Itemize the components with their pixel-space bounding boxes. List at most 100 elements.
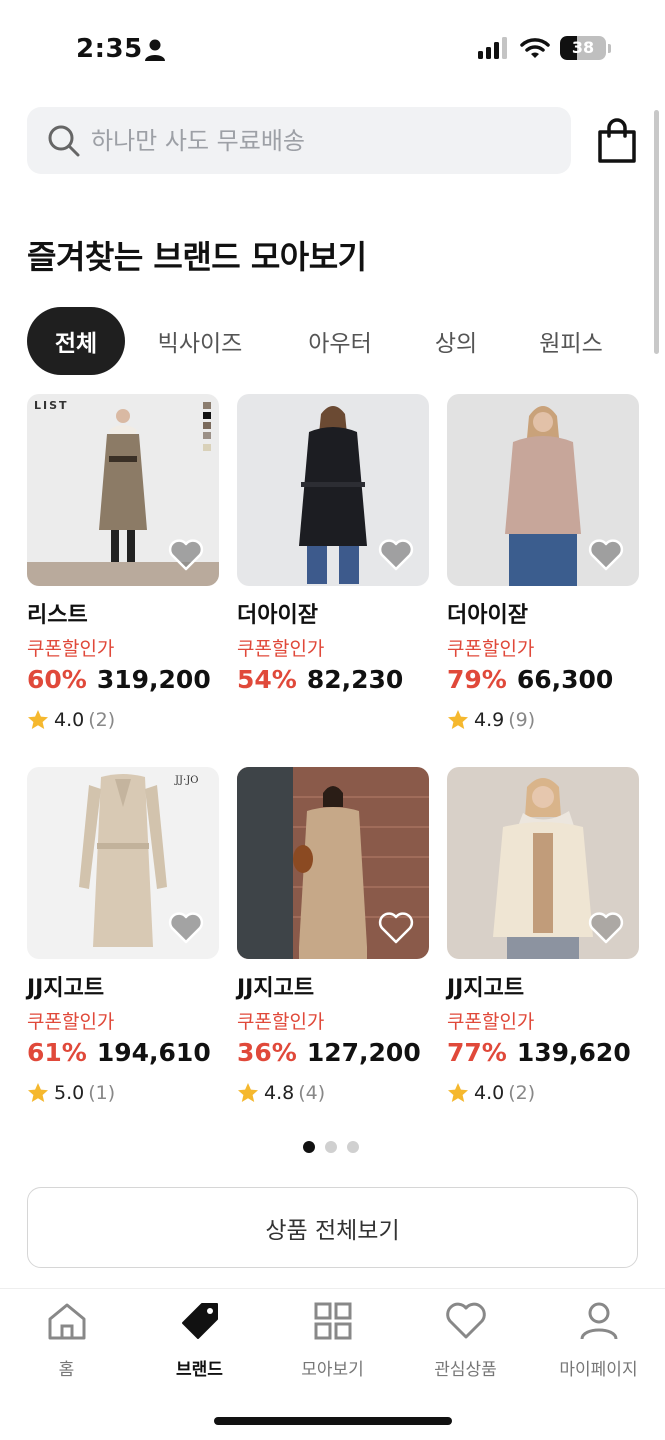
nav-label: 모아보기 — [301, 1360, 364, 1380]
nav-wishlist[interactable]: 관심상품 — [399, 1299, 532, 1380]
product-brand: 리스트 — [27, 603, 88, 628]
price-row: 61% 194,610 — [27, 1038, 211, 1067]
price-row: 54% 82,230 — [237, 665, 403, 694]
product-brand: JJ지고트 — [447, 976, 525, 1001]
product-price: 139,620 — [516, 1038, 631, 1067]
star-icon — [448, 1083, 468, 1102]
product-card[interactable]: JJ지고트 쿠폰할인가 77% 139,620 4.0 (2) — [447, 767, 639, 1104]
search-icon — [48, 125, 80, 156]
pagination-dot-3[interactable] — [347, 1141, 359, 1153]
discount-rate: 79% — [447, 665, 507, 694]
brand-logo-list: LIST — [34, 399, 69, 412]
star-icon — [238, 1083, 258, 1102]
product-image[interactable] — [237, 767, 429, 959]
coupon-label: 쿠폰할인가 — [237, 1011, 325, 1033]
nav-label: 관심상품 — [434, 1360, 497, 1380]
home-indicator[interactable] — [214, 1417, 452, 1425]
brand-page: 2:35 38 하나만 사도 무료배송 즐겨찾는 브랜드 모아보기 전체 빅사이… — [0, 0, 665, 1440]
nav-home[interactable]: 홈 — [0, 1299, 133, 1380]
cellular-signal-icon — [478, 37, 507, 59]
product-card[interactable]: JJ·JO JJ지고트 쿠폰할인가 61% 194,610 5.0 (1) — [27, 767, 219, 1104]
section-title: 즐겨찾는 브랜드 모아보기 — [27, 238, 367, 276]
category-tabs: 전체 빅사이즈 아우터 상의 원피스 — [27, 307, 635, 375]
heart-icon[interactable] — [167, 909, 205, 945]
shopping-bag-icon[interactable] — [596, 118, 638, 164]
product-image[interactable]: JJ·JO — [27, 767, 219, 959]
rating-value: 4.0 — [474, 1082, 505, 1104]
price-row: 60% 319,200 — [27, 665, 211, 694]
battery-level: 38 — [571, 38, 595, 57]
rating: 5.0 (1) — [27, 1082, 115, 1104]
product-image[interactable] — [447, 394, 639, 586]
coupon-label: 쿠폰할인가 — [447, 638, 535, 660]
star-icon — [28, 710, 48, 729]
status-time: 2:35 — [76, 34, 143, 64]
heart-icon[interactable] — [167, 536, 205, 572]
tab-big-size[interactable]: 빅사이즈 — [125, 307, 275, 375]
scroll-indicator[interactable] — [654, 110, 659, 354]
review-count: (2) — [88, 709, 116, 731]
search-bar[interactable] — [27, 107, 571, 174]
rating: 4.9 (9) — [447, 709, 535, 731]
price-row: 36% 127,200 — [237, 1038, 421, 1067]
brand-logo-jj: JJ·JO — [174, 775, 198, 786]
review-count: (1) — [88, 1082, 116, 1104]
heart-icon[interactable] — [587, 909, 625, 945]
product-card[interactable]: 더아이잗 쿠폰할인가 79% 66,300 4.9 (9) — [447, 394, 639, 731]
status-bar: 2:35 38 — [0, 0, 665, 100]
nav-label: 홈 — [58, 1360, 75, 1380]
coupon-label: 쿠폰할인가 — [237, 638, 325, 660]
review-count: (2) — [508, 1082, 536, 1104]
tab-all[interactable]: 전체 — [27, 307, 125, 375]
tab-dress[interactable]: 원피스 — [507, 307, 635, 375]
product-card[interactable]: LIST 리스트 쿠폰할인가 60% 319,200 4.0 (2) — [27, 394, 219, 731]
heart-icon[interactable] — [377, 909, 415, 945]
star-icon — [448, 710, 468, 729]
review-count: (4) — [298, 1082, 326, 1104]
coupon-label: 쿠폰할인가 — [27, 1011, 115, 1033]
search-input[interactable] — [91, 126, 531, 155]
rating-value: 4.9 — [474, 709, 505, 731]
product-price: 82,230 — [306, 665, 404, 694]
price-row: 77% 139,620 — [447, 1038, 631, 1067]
nav-mypage[interactable]: 마이페이지 — [532, 1299, 665, 1380]
battery-icon: 38 — [560, 36, 606, 60]
grid-icon — [314, 1302, 351, 1340]
product-brand: 더아이잗 — [447, 603, 528, 628]
tab-outer[interactable]: 아우터 — [275, 307, 405, 375]
star-icon — [28, 1083, 48, 1102]
rating-value: 4.8 — [264, 1082, 295, 1104]
nav-collection[interactable]: 모아보기 — [266, 1299, 399, 1380]
heart-icon[interactable] — [587, 536, 625, 572]
rating: 4.0 (2) — [447, 1082, 535, 1104]
nav-brand[interactable]: 브랜드 — [133, 1299, 266, 1380]
product-price: 194,610 — [96, 1038, 211, 1067]
rating: 4.0 (2) — [27, 709, 115, 731]
tab-top[interactable]: 상의 — [405, 307, 507, 375]
product-price: 127,200 — [306, 1038, 421, 1067]
home-icon — [48, 1303, 85, 1340]
coupon-label: 쿠폰할인가 — [447, 1011, 535, 1033]
nav-label: 브랜드 — [176, 1360, 223, 1380]
product-image[interactable] — [447, 767, 639, 959]
product-price: 66,300 — [516, 665, 614, 694]
status-icons: 38 — [478, 36, 611, 60]
product-price: 319,200 — [96, 665, 211, 694]
pagination-dots — [303, 1141, 359, 1153]
discount-rate: 36% — [237, 1038, 297, 1067]
tag-icon — [181, 1303, 218, 1339]
product-card[interactable]: JJ지고트 쿠폰할인가 36% 127,200 4.8 (4) — [237, 767, 429, 1104]
rating-value: 5.0 — [54, 1082, 85, 1104]
view-all-products-button[interactable]: 상품 전체보기 — [27, 1187, 638, 1268]
price-row: 79% 66,300 — [447, 665, 613, 694]
discount-rate: 61% — [27, 1038, 87, 1067]
heart-icon[interactable] — [377, 536, 415, 572]
product-image[interactable]: LIST — [27, 394, 219, 586]
discount-rate: 60% — [27, 665, 87, 694]
product-card[interactable]: 더아이잗 쿠폰할인가 54% 82,230 — [237, 394, 429, 694]
review-count: (9) — [508, 709, 536, 731]
product-brand: JJ지고트 — [237, 976, 315, 1001]
pagination-dot-1[interactable] — [303, 1141, 315, 1153]
pagination-dot-2[interactable] — [325, 1141, 337, 1153]
product-image[interactable] — [237, 394, 429, 586]
